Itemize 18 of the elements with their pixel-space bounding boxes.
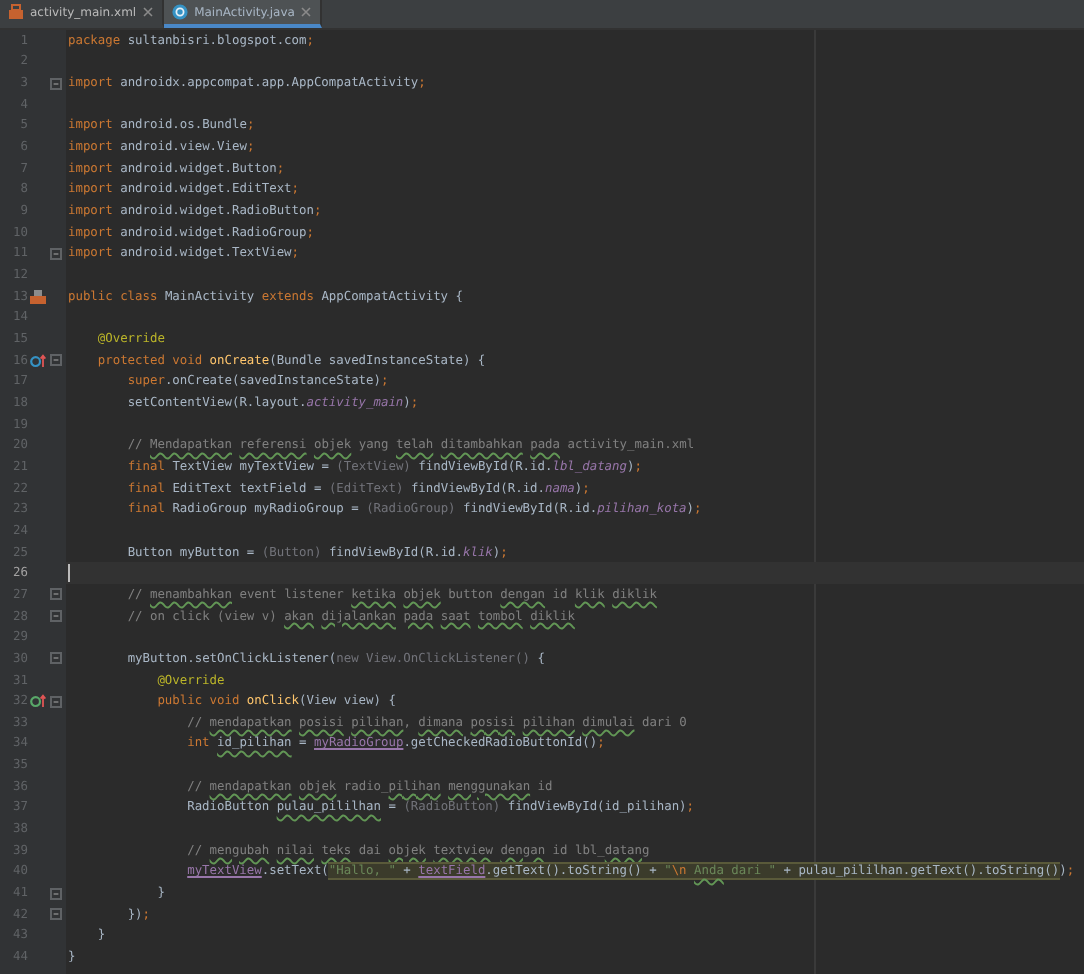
fold-icon[interactable] [50,652,62,665]
fold-icon[interactable] [50,695,62,708]
fold-icon[interactable] [50,588,62,601]
fold-icon[interactable] [50,908,62,921]
class-file-icon [172,4,189,20]
override-icon[interactable] [29,694,45,709]
text-cursor [68,564,70,583]
close-icon[interactable] [300,6,313,18]
xml-file-icon [8,4,24,20]
fold-icon[interactable] [50,610,62,623]
fold-icon[interactable] [50,354,62,367]
fold-icon[interactable] [50,247,62,260]
code-editor[interactable] [66,30,1084,974]
fold-icon[interactable] [50,887,62,900]
close-icon[interactable] [142,6,155,18]
override-icon[interactable] [29,353,45,368]
fold-icon[interactable] [50,77,62,90]
class-icon[interactable] [29,289,45,304]
